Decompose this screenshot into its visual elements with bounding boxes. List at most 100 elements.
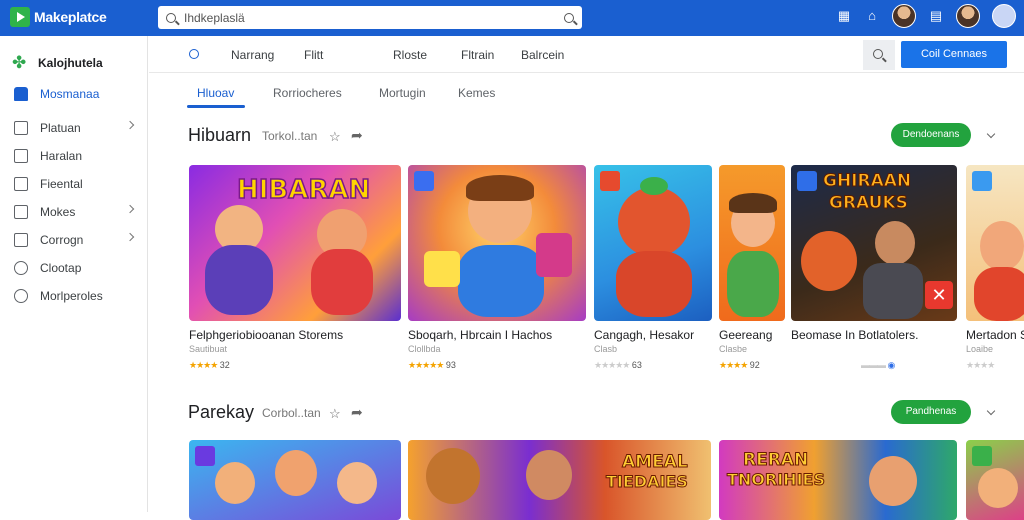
thumbnail-title-art: TIEDAIES bbox=[606, 472, 689, 492]
sidebar-item-label: Morlperoles bbox=[40, 289, 103, 303]
tab-bar: Hluoav Rorriocheres Mortugin Kemes bbox=[149, 73, 1024, 111]
chevron-right-icon bbox=[125, 204, 135, 214]
sidebar-item-haralan[interactable]: Haralan bbox=[0, 142, 147, 170]
star-icon[interactable]: ☆ bbox=[329, 129, 341, 145]
tab-home[interactable]: Hluoav bbox=[197, 86, 234, 100]
search-icon[interactable] bbox=[189, 49, 199, 59]
section-subtitle[interactable]: Torkol..tan bbox=[262, 129, 317, 143]
home-icon[interactable]: ⌂ bbox=[864, 8, 880, 24]
app-title[interactable]: Geereang bbox=[719, 328, 772, 342]
search-input[interactable]: Ihdkeplaslä bbox=[184, 11, 564, 25]
app-card[interactable]: GHIRAAN GRAUKS ✕ Beomase In Botlatolers.… bbox=[791, 165, 957, 380]
character-illustration bbox=[801, 231, 857, 291]
sidebar-item-fieental[interactable]: Fieental bbox=[0, 170, 147, 198]
app-rating: ▬▬▬ ◉ bbox=[861, 360, 895, 371]
sidebar-item-label: Clootap bbox=[40, 261, 82, 275]
nav-link-4[interactable]: Fltrain bbox=[461, 48, 494, 62]
sidebar-item-corrogn[interactable]: Corrogn bbox=[0, 226, 147, 254]
app-badge-icon bbox=[414, 171, 434, 191]
grid-apps-icon[interactable]: ▦ bbox=[836, 8, 852, 24]
section-action-button[interactable]: Pandhenas bbox=[891, 400, 971, 424]
app-rating: ★★★★★ 93 bbox=[408, 360, 456, 371]
app-title[interactable]: Sboqarh, Hbrcain I Hachos bbox=[408, 328, 552, 342]
primary-cta-button[interactable]: Coil Cennaes bbox=[901, 41, 1007, 68]
chevron-down-icon[interactable] bbox=[986, 406, 996, 416]
share-icon[interactable]: ➦ bbox=[351, 127, 363, 144]
thumbnail-title-art: AMEAL bbox=[622, 452, 689, 473]
profile-avatar[interactable] bbox=[956, 4, 980, 28]
nav-link-3[interactable]: Rloste bbox=[393, 48, 427, 62]
search-button[interactable] bbox=[863, 40, 895, 70]
app-title[interactable]: Mertadon S bbox=[966, 328, 1024, 342]
app-thumbnail[interactable] bbox=[719, 165, 785, 321]
sidebar-item-mokes[interactable]: Mokes bbox=[0, 198, 147, 226]
app-thumbnail[interactable] bbox=[189, 440, 401, 520]
account-avatar[interactable] bbox=[992, 4, 1016, 28]
tab-4[interactable]: Kemes bbox=[458, 86, 495, 100]
sidebar-item-clootap[interactable]: Clootap bbox=[0, 254, 147, 282]
character-illustration bbox=[618, 187, 690, 257]
section-action-button[interactable]: Dendoenans bbox=[891, 123, 971, 147]
close-x-icon: ✕ bbox=[925, 281, 953, 309]
app-card[interactable]: Mertadon S Loaibe ★★★★ bbox=[966, 165, 1024, 380]
sidebar-brand[interactable]: ✤ Kalojhutela bbox=[0, 36, 147, 78]
active-tab-indicator bbox=[187, 105, 245, 108]
app-developer: Sautibuat bbox=[189, 344, 228, 354]
nav-link-1[interactable]: Narrang bbox=[231, 48, 274, 62]
app-thumbnail[interactable] bbox=[966, 165, 1024, 321]
tab-3[interactable]: Mortugin bbox=[379, 86, 426, 100]
character-illustration bbox=[337, 462, 377, 504]
star-icon[interactable]: ☆ bbox=[329, 406, 341, 422]
nav-link-2[interactable]: Flitt bbox=[304, 48, 323, 62]
thumbnail-title-art: HIBARAN bbox=[236, 174, 371, 206]
settings-icon bbox=[14, 289, 28, 303]
avatar[interactable] bbox=[892, 4, 916, 28]
app-title[interactable]: Cangagh, Hesakor bbox=[594, 328, 694, 342]
chart-icon bbox=[14, 149, 28, 163]
app-thumbnail[interactable] bbox=[594, 165, 712, 321]
app-badge-icon bbox=[972, 446, 992, 466]
app-card[interactable]: Sboqarh, Hbrcain I Hachos Clollbda ★★★★★… bbox=[408, 165, 586, 380]
app-card[interactable]: HIBARAN Felphgeriobiooanan Storems Sauti… bbox=[189, 165, 401, 380]
character-illustration bbox=[974, 267, 1024, 321]
app-card[interactable]: Geereang Clasbe ★★★★ 92 bbox=[719, 165, 785, 380]
app-thumbnail[interactable] bbox=[408, 165, 586, 321]
sidebar-item-home[interactable]: Mosmanaa bbox=[0, 80, 147, 108]
section-subtitle[interactable]: Corbol..tan bbox=[262, 406, 321, 420]
search-submit-icon[interactable] bbox=[564, 12, 574, 23]
chevron-right-icon bbox=[125, 232, 135, 242]
sidebar-item-morlperoles[interactable]: Morlperoles bbox=[0, 282, 147, 310]
top-icons: ▦ ⌂ ▤ bbox=[836, 4, 1016, 28]
rating-count: 93 bbox=[445, 360, 456, 370]
thumbnail-title-art: TNORIHIES bbox=[727, 470, 826, 490]
character-leaf bbox=[640, 177, 668, 195]
character-illustration bbox=[869, 456, 917, 506]
app-title[interactable]: Felphgeriobiooanan Storems bbox=[189, 328, 343, 342]
share-icon[interactable]: ➦ bbox=[351, 404, 363, 421]
chevron-down-icon[interactable] bbox=[986, 129, 996, 139]
star-rating-icon: ★★★★★ bbox=[408, 360, 444, 370]
character-illustration bbox=[458, 245, 544, 317]
sidebar-brand-label: Kalojhutela bbox=[38, 56, 103, 70]
character-hair bbox=[729, 193, 777, 213]
app-thumbnail[interactable]: AMEAL TIEDAIES bbox=[408, 440, 711, 520]
app-thumbnail[interactable]: GHIRAAN GRAUKS ✕ bbox=[791, 165, 957, 321]
tab-2[interactable]: Rorriocheres bbox=[273, 86, 342, 100]
app-logo[interactable]: Makeplatce bbox=[10, 6, 107, 28]
chevron-right-icon bbox=[125, 120, 135, 130]
section-title: Hibuarn bbox=[188, 125, 252, 145]
app-card[interactable]: Cangagh, Hesakor Clasb ★★★★★ 63 bbox=[594, 165, 712, 380]
thumbnail-title-art: GRAUKS bbox=[829, 193, 909, 214]
app-rating: ★★★★ 32 bbox=[189, 360, 230, 371]
nav-link-5[interactable]: Balrcein bbox=[521, 48, 564, 62]
apps-icon[interactable]: ▤ bbox=[928, 8, 944, 24]
app-title[interactable]: Beomase In Botlatolers. bbox=[791, 328, 918, 342]
thumbnail-title-art: RERAN bbox=[742, 450, 809, 471]
search-bar[interactable]: Ihdkeplaslä bbox=[158, 6, 582, 29]
app-thumbnail[interactable] bbox=[966, 440, 1024, 520]
app-thumbnail[interactable]: HIBARAN bbox=[189, 165, 401, 321]
sidebar-item-platuan[interactable]: Platuan bbox=[0, 114, 147, 142]
rating-count: 92 bbox=[749, 360, 760, 370]
card-illustration bbox=[536, 233, 572, 277]
app-thumbnail[interactable]: RERAN TNORIHIES bbox=[719, 440, 957, 520]
